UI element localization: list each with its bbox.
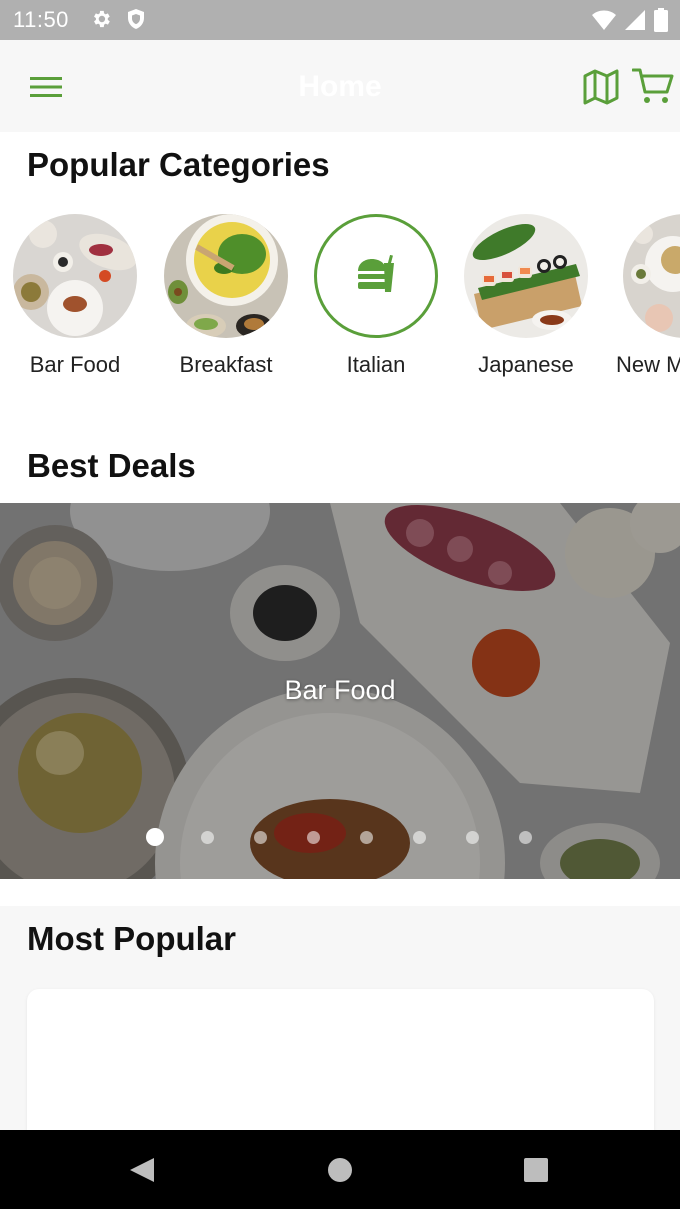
shield-icon [126,8,146,35]
status-bar: 11:50 [0,0,680,40]
cell-signal-icon [624,9,646,36]
back-icon[interactable] [126,1154,158,1186]
most-popular-section: Most Popular [0,906,680,1149]
carousel-dot[interactable] [358,828,411,846]
category-label: Italian [346,352,406,377]
gear-icon [90,8,112,35]
recents-icon[interactable] [520,1154,552,1186]
category-list: Bar Food Breakfast Italian Japanese New … [0,214,680,394]
deals-carousel[interactable]: Bar Food [0,503,680,879]
home-icon[interactable] [324,1154,356,1186]
category-label: Japanese [478,352,574,377]
deal-banner-label: Bar Food [284,675,396,705]
category-label: New M [616,352,680,377]
category-image [13,214,137,338]
category-item-breakfast[interactable]: Breakfast [151,214,301,378]
popular-categories-title: Popular Categories [27,146,330,183]
category-image [164,214,288,338]
popular-item-card[interactable] [27,989,654,1149]
most-popular-title: Most Popular [27,920,237,957]
category-image [623,214,680,338]
carousel-dot[interactable] [146,828,199,846]
map-icon[interactable] [582,68,620,106]
app-bar: Home [0,40,680,132]
status-time: 11:50 [13,7,69,32]
category-item-italian[interactable]: Italian [301,214,451,378]
category-item-bar-food[interactable]: Bar Food [0,214,150,378]
page-title: Home [298,70,382,103]
battery-icon [654,8,668,37]
system-nav-bar [0,1130,680,1209]
category-selected-circle [314,214,438,338]
carousel-dot[interactable] [464,828,517,846]
category-item-new[interactable]: New M [609,214,680,378]
status-left-icons [90,8,146,35]
status-right-icons [592,8,668,37]
cart-icon[interactable] [631,66,674,106]
category-item-japanese[interactable]: Japanese [451,214,601,378]
carousel-dot[interactable] [252,828,305,846]
carousel-indicator [146,828,570,846]
carousel-dot[interactable] [411,828,464,846]
carousel-dot[interactable] [517,828,570,846]
carousel-dot[interactable] [305,828,358,846]
best-deals-title: Best Deals [27,447,196,484]
carousel-dot[interactable] [199,828,252,846]
wifi-icon [592,9,616,36]
fastfood-icon [356,254,396,298]
category-label: Bar Food [29,352,121,377]
category-image [464,214,588,338]
category-label: Breakfast [179,352,273,377]
